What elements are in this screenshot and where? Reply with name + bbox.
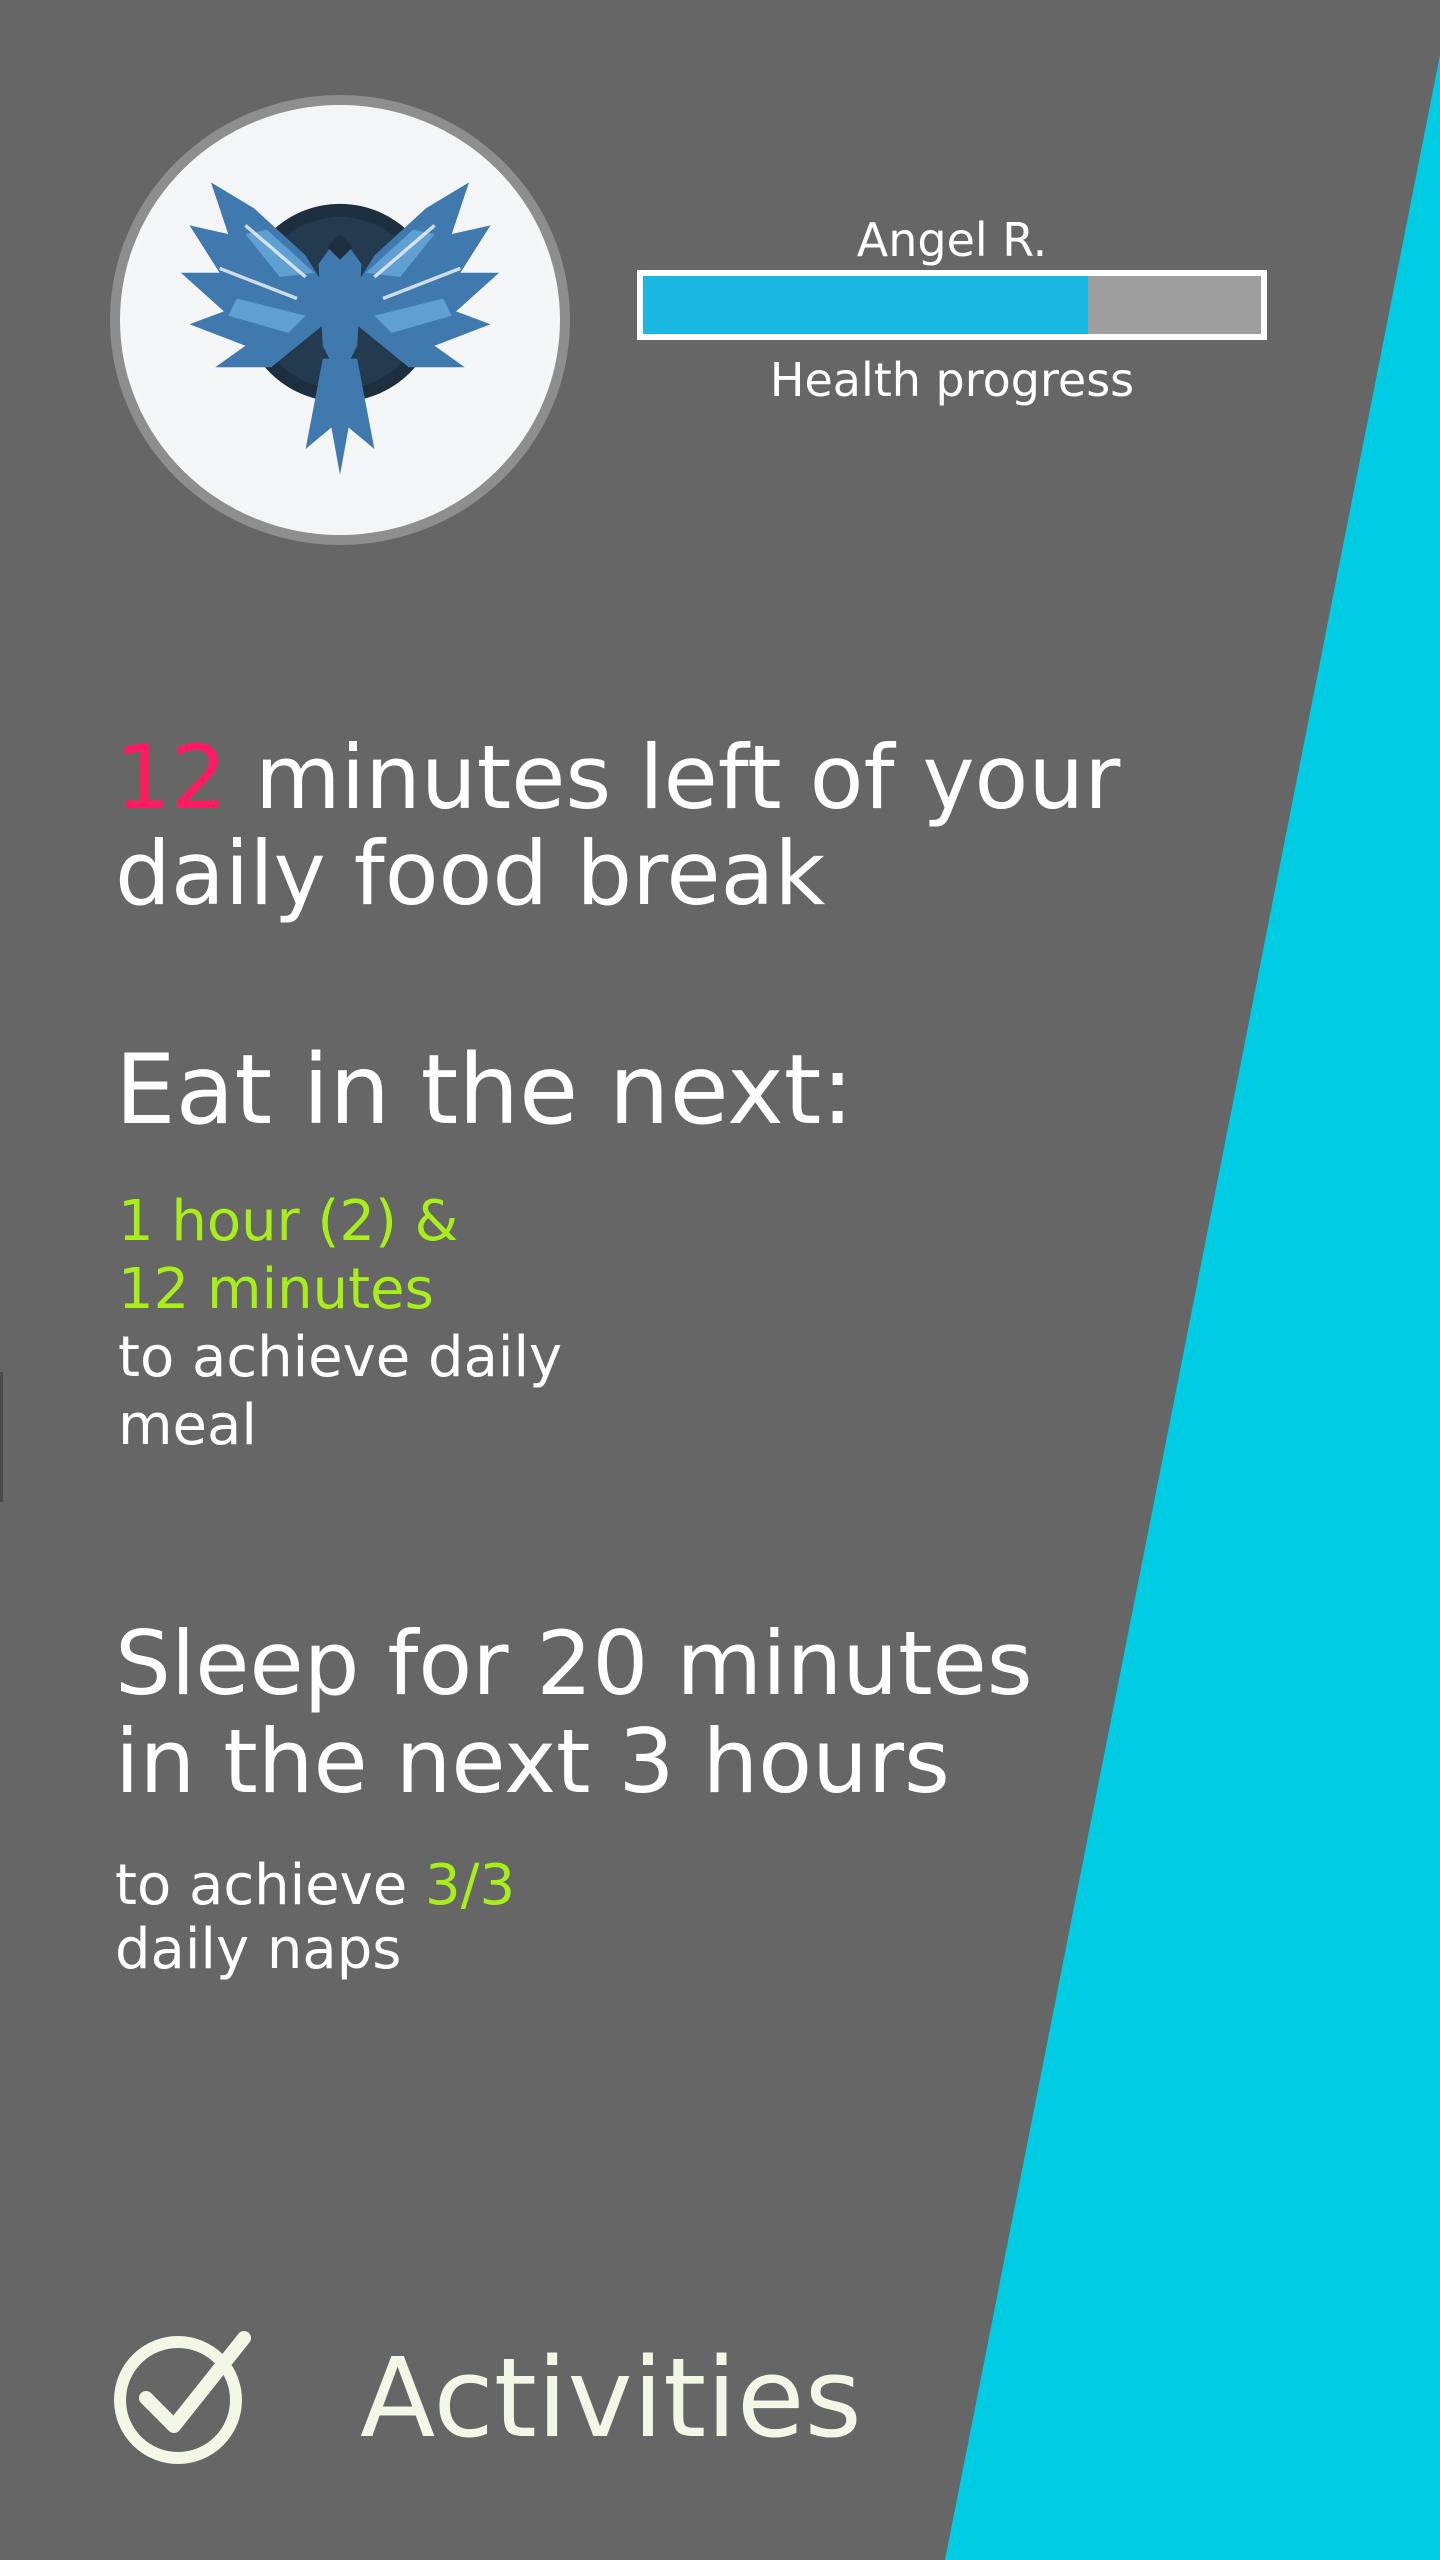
- sleep-goal-count: 3/3: [425, 1853, 516, 1918]
- eat-goal-line1: to achieve daily: [118, 1325, 563, 1390]
- eat-goal-line2: meal: [118, 1393, 257, 1458]
- edge-marker: [0, 1372, 3, 1502]
- sleep-title-line2: in the next 3 hours: [115, 1710, 950, 1813]
- eat-time-line1: 1 hour (2) &: [118, 1189, 459, 1254]
- phoenix-emblem-icon: [125, 105, 555, 535]
- health-progress-fill: [643, 276, 1088, 334]
- profile-panel: Angel R. Health progress: [637, 210, 1267, 410]
- sleep-title: Sleep for 20 minutes in the next 3 hours: [115, 1615, 1033, 1811]
- sleep-detail: to achieve 3/3 daily naps: [115, 1854, 515, 1982]
- sleep-title-line1: Sleep for 20 minutes: [115, 1612, 1033, 1715]
- sleep-goal-prefix: to achieve: [115, 1853, 408, 1918]
- health-progress-bar: [637, 270, 1267, 340]
- checkmark-circle-icon: [114, 2331, 251, 2464]
- sleep-goal-line2: daily naps: [115, 1917, 402, 1982]
- activities-label: Activities: [360, 2334, 862, 2462]
- health-progress-caption: Health progress: [769, 353, 1135, 407]
- avatar[interactable]: [110, 95, 570, 545]
- food-break-text: minutes left of your: [254, 726, 1121, 829]
- food-break-minutes: 12: [115, 726, 227, 829]
- eat-detail: 1 hour (2) & 12 minutes to achieve daily…: [118, 1188, 562, 1460]
- food-break-status: 12 minutes left of your daily food break: [115, 730, 1120, 922]
- eat-title: Eat in the next:: [115, 1034, 854, 1146]
- activities-button[interactable]: Activities: [112, 2328, 862, 2468]
- eat-time-line2: 12 minutes: [118, 1257, 434, 1322]
- food-break-text-line2: daily food break: [115, 822, 826, 925]
- user-name: Angel R.: [856, 213, 1048, 267]
